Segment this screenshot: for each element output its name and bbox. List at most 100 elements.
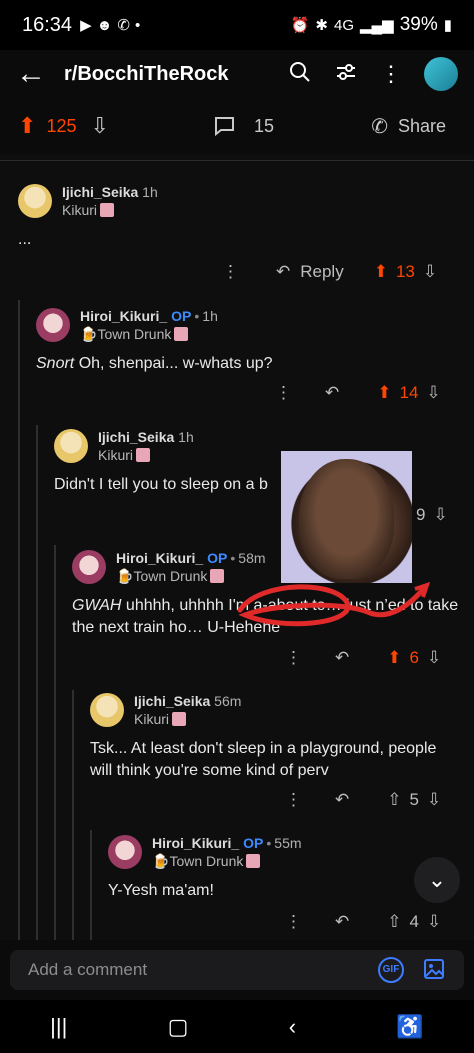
- divider: [0, 160, 474, 161]
- reply-button[interactable]: ↶: [335, 648, 349, 668]
- comment-author[interactable]: Hiroi_Kikuri_: [116, 550, 203, 566]
- beer-icon: 🍺: [80, 326, 98, 342]
- reply-button[interactable]: ↶: [335, 912, 349, 932]
- more-vertical-icon[interactable]: ⋮: [275, 383, 292, 403]
- comment-time: 55m: [274, 835, 302, 851]
- snapchat-icon: ☻: [96, 16, 113, 34]
- comment-body: Y-Yesh ma'am!: [108, 882, 214, 899]
- flair-emoji-icon: [174, 327, 189, 341]
- comment-time: 56m: [214, 693, 242, 709]
- upvote-icon[interactable]: ⇧: [387, 912, 401, 932]
- recent-apps-icon[interactable]: |||: [50, 1014, 67, 1040]
- flair-emoji-icon: [172, 712, 187, 726]
- upvote-icon[interactable]: ⇧: [387, 790, 401, 810]
- reply-button[interactable]: ↶: [335, 790, 349, 810]
- downvote-icon[interactable]: ⇩: [426, 383, 440, 403]
- gif-button[interactable]: GIF: [378, 956, 404, 983]
- chevron-down-icon: ⌄: [427, 867, 447, 892]
- share-label: Share: [397, 115, 446, 136]
- filter-icon[interactable]: [334, 60, 358, 89]
- avatar[interactable]: [72, 550, 106, 584]
- comment-body: ...: [18, 231, 32, 248]
- emphasis-text: GWAH: [72, 597, 122, 614]
- reply-icon: ↶: [335, 648, 350, 667]
- comment-author[interactable]: Ijichi_Seika: [98, 429, 174, 445]
- accessibility-icon[interactable]: ♿: [396, 1014, 423, 1040]
- thread-line: [90, 830, 92, 940]
- comment-time: 1h: [142, 184, 158, 200]
- comment-author[interactable]: Hiroi_Kikuri_: [80, 308, 167, 324]
- downvote-icon[interactable]: ⇩: [427, 912, 441, 932]
- avatar[interactable]: [90, 693, 124, 727]
- avatar[interactable]: [18, 184, 52, 218]
- alarm-icon: ⏰: [290, 17, 310, 34]
- flair-emoji-icon: [136, 448, 151, 462]
- status-bar: 16:34 ▶ ☻ ✆ • ⏰ ✱ 4G ▂▄▆ 39% ▮: [0, 0, 474, 50]
- app-bar: ← r/BocchiTheRock ⋮: [0, 50, 474, 98]
- battery-icon: ▮: [443, 17, 452, 34]
- avatar[interactable]: [108, 835, 142, 869]
- more-vertical-icon[interactable]: ⋮: [222, 262, 239, 282]
- comment: Hiroi_Kikuri_ OP • 1h 🍺Town Drunk Snort Oh,…: [36, 308, 273, 372]
- thread-line: [36, 425, 38, 940]
- thread-line: [72, 690, 74, 940]
- youtube-icon: ▶: [80, 17, 92, 34]
- search-icon[interactable]: [288, 60, 312, 89]
- network-label: 4G: [333, 16, 354, 34]
- upvote-icon[interactable]: ⬆: [377, 383, 391, 403]
- comment-score: 14: [399, 383, 419, 402]
- reply-button[interactable]: ↶: [325, 383, 339, 403]
- back-icon[interactable]: ‹: [289, 1014, 296, 1040]
- battery-percent: 39%: [399, 14, 438, 35]
- comment-score: 13: [395, 262, 415, 281]
- reply-button[interactable]: ↶ Reply: [276, 262, 344, 282]
- user-avatar[interactable]: [424, 57, 458, 91]
- system-nav-bar: ||| ▢ ‹ ♿: [0, 1000, 474, 1053]
- scroll-down-button[interactable]: ⌄: [414, 857, 460, 903]
- face-image: [299, 459, 394, 579]
- comment-author[interactable]: Ijichi_Seika: [134, 693, 210, 709]
- comment-actions: ⋮ ↶ ⬆ 14 ⇩: [275, 383, 441, 403]
- post-actions: ⬆ 125 ⇩ 15 ✆ Share: [0, 98, 474, 154]
- comment-actions: ⋮ ↶ ⇧ 4 ⇩: [285, 912, 441, 932]
- upvote-icon[interactable]: ⬆: [374, 262, 388, 282]
- downvote-icon[interactable]: ⇩: [427, 648, 441, 668]
- op-badge: OP: [207, 550, 228, 566]
- comment-body: Oh, shenpai... w-whats up?: [74, 355, 273, 372]
- comments-button[interactable]: 15: [212, 115, 274, 137]
- subreddit-title[interactable]: r/BocchiTheRock: [64, 63, 228, 86]
- whatsapp-icon: ✆: [117, 17, 130, 34]
- more-vertical-icon[interactable]: ⋮: [285, 790, 302, 810]
- share-button[interactable]: ✆ Share: [371, 114, 446, 139]
- comment-time: 1h: [202, 308, 218, 324]
- user-flair: Kikuri: [62, 202, 98, 218]
- more-vertical-icon[interactable]: ⋮: [285, 648, 302, 668]
- more-vertical-icon[interactable]: ⋮: [285, 912, 302, 932]
- downvote-icon[interactable]: ⇩: [90, 113, 108, 139]
- home-icon[interactable]: ▢: [168, 1014, 189, 1040]
- comment-score: 9: [416, 505, 426, 524]
- add-comment-input[interactable]: Add a comment GIF: [10, 950, 464, 990]
- downvote-icon[interactable]: ⇩: [427, 790, 441, 810]
- post-score: 125: [46, 115, 77, 136]
- avatar[interactable]: [54, 429, 88, 463]
- flair-emoji-icon: [100, 203, 115, 217]
- comment-author[interactable]: Hiroi_Kikuri_: [152, 835, 239, 851]
- image-icon[interactable]: [422, 957, 446, 984]
- more-vertical-icon[interactable]: ⋮: [380, 61, 402, 87]
- downvote-icon[interactable]: ⇩: [433, 505, 447, 525]
- comment-count: 15: [254, 115, 275, 136]
- comment-actions: 9 ⇩: [416, 505, 448, 525]
- op-badge: OP: [243, 835, 264, 851]
- avatar[interactable]: [36, 308, 70, 342]
- emphasis-text: Snort: [36, 355, 75, 372]
- comment-score: 5: [409, 790, 419, 809]
- downvote-icon[interactable]: ⇩: [423, 262, 437, 282]
- upvote-icon[interactable]: ⬆: [387, 648, 401, 668]
- upvote-icon[interactable]: ⬆: [18, 113, 36, 139]
- comment-author[interactable]: Ijichi_Seika: [62, 184, 138, 200]
- thread-line: [18, 300, 20, 940]
- back-arrow-icon[interactable]: ←: [16, 57, 50, 91]
- user-flair: Kikuri: [134, 711, 170, 727]
- comment-actions: ⋮ ↶ ⇧ 5 ⇩: [285, 790, 441, 810]
